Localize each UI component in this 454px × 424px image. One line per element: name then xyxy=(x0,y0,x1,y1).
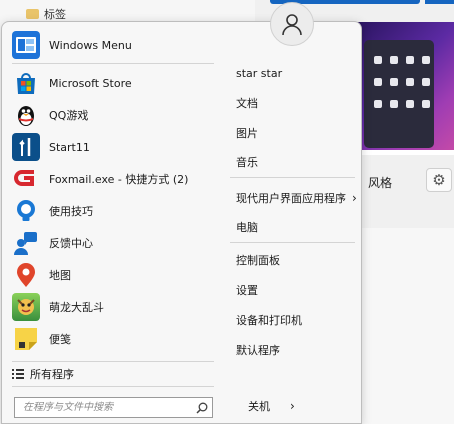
program-item-foxmail[interactable]: Foxmail.exe - 快捷方式 (2) xyxy=(8,165,214,193)
chevron-right-icon: › xyxy=(352,191,357,205)
divider xyxy=(230,177,355,178)
feedback-hub-icon xyxy=(12,229,40,257)
preview-start-pane xyxy=(364,40,434,148)
default-programs-link[interactable]: 默认程序 xyxy=(236,340,280,360)
theme-preview[interactable] xyxy=(356,22,454,150)
program-item-maps[interactable]: 地图 xyxy=(8,261,214,289)
program-label: 地图 xyxy=(49,269,71,282)
all-programs-label: 所有程序 xyxy=(30,368,74,381)
modern-apps-label: 现代用户界面应用程序 xyxy=(236,192,346,205)
background-accent-bar-2 xyxy=(425,0,454,4)
search-icon[interactable] xyxy=(192,402,212,414)
program-item-tips[interactable]: 使用技巧 xyxy=(8,197,214,225)
pictures-link[interactable]: 图片 xyxy=(236,123,258,143)
dragon-game-icon xyxy=(12,293,40,321)
program-label: Microsoft Store xyxy=(49,76,132,90)
divider xyxy=(12,361,214,362)
search-box[interactable] xyxy=(14,397,213,418)
foxmail-icon xyxy=(12,165,40,193)
user-icon xyxy=(282,14,302,36)
program-label: Windows Menu xyxy=(49,38,132,52)
program-item-feedback-hub[interactable]: 反馈中心 xyxy=(8,229,214,257)
user-avatar[interactable] xyxy=(270,2,314,46)
maps-pin-icon xyxy=(12,261,40,289)
list-icon xyxy=(12,369,24,379)
devices-printers-link[interactable]: 设备和打印机 xyxy=(236,310,302,330)
program-item-windows-menu[interactable]: Windows Menu xyxy=(8,31,214,59)
program-item-qq-game[interactable]: QQ游戏 xyxy=(8,101,214,129)
shutdown-label: 关机 xyxy=(248,400,270,413)
tips-bulb-icon xyxy=(12,197,40,225)
user-name-link[interactable]: star star xyxy=(236,63,282,83)
control-panel-link[interactable]: 控制面板 xyxy=(236,250,280,270)
start11-icon xyxy=(12,133,40,161)
program-item-dragon-game[interactable]: 萌龙大乱斗 xyxy=(8,293,214,321)
program-label: Foxmail.exe - 快捷方式 (2) xyxy=(49,173,189,186)
music-link[interactable]: 音乐 xyxy=(236,152,258,172)
settings-link[interactable]: 设置 xyxy=(236,280,258,300)
program-label: Start11 xyxy=(49,140,90,154)
program-item-microsoft-store[interactable]: Microsoft Store xyxy=(8,69,214,97)
divider xyxy=(230,242,355,243)
sticky-notes-icon xyxy=(12,325,40,353)
search-input[interactable] xyxy=(15,398,192,417)
start-menu: Windows Menu Microsoft Store QQ游戏 Start1… xyxy=(1,21,362,424)
places-column: star star 文档 图片 音乐 现代用户界面应用程序 › 电脑 控制面板 … xyxy=(220,22,361,423)
qq-penguin-icon xyxy=(12,101,40,129)
program-label: QQ游戏 xyxy=(49,109,89,122)
folder-icon xyxy=(26,9,39,19)
documents-link[interactable]: 文档 xyxy=(236,93,258,113)
program-item-start11[interactable]: Start11 xyxy=(8,133,214,161)
divider xyxy=(12,386,214,387)
all-programs-button[interactable]: 所有程序 xyxy=(12,365,74,383)
program-item-sticky-notes[interactable]: 便笺 xyxy=(8,325,214,353)
gear-icon[interactable]: ⚙ xyxy=(426,168,452,192)
preview-footer xyxy=(356,150,454,155)
program-label: 反馈中心 xyxy=(49,237,93,250)
shutdown-button[interactable]: 关机 › xyxy=(248,398,295,414)
modern-apps-menu[interactable]: 现代用户界面应用程序 › xyxy=(236,188,357,208)
program-label: 萌龙大乱斗 xyxy=(49,301,104,314)
programs-column: Windows Menu Microsoft Store QQ游戏 Start1… xyxy=(2,22,220,423)
program-label: 便笺 xyxy=(49,333,71,346)
style-label: 风格 xyxy=(368,176,393,190)
computer-link[interactable]: 电脑 xyxy=(236,217,258,237)
divider xyxy=(12,63,214,64)
windows-menu-icon xyxy=(12,31,40,59)
microsoft-store-icon xyxy=(12,69,40,97)
background-lower-panel xyxy=(360,228,454,424)
program-label: 使用技巧 xyxy=(49,205,93,218)
background-tag-label: 标签 xyxy=(44,8,66,21)
chevron-right-icon[interactable]: › xyxy=(290,399,295,413)
